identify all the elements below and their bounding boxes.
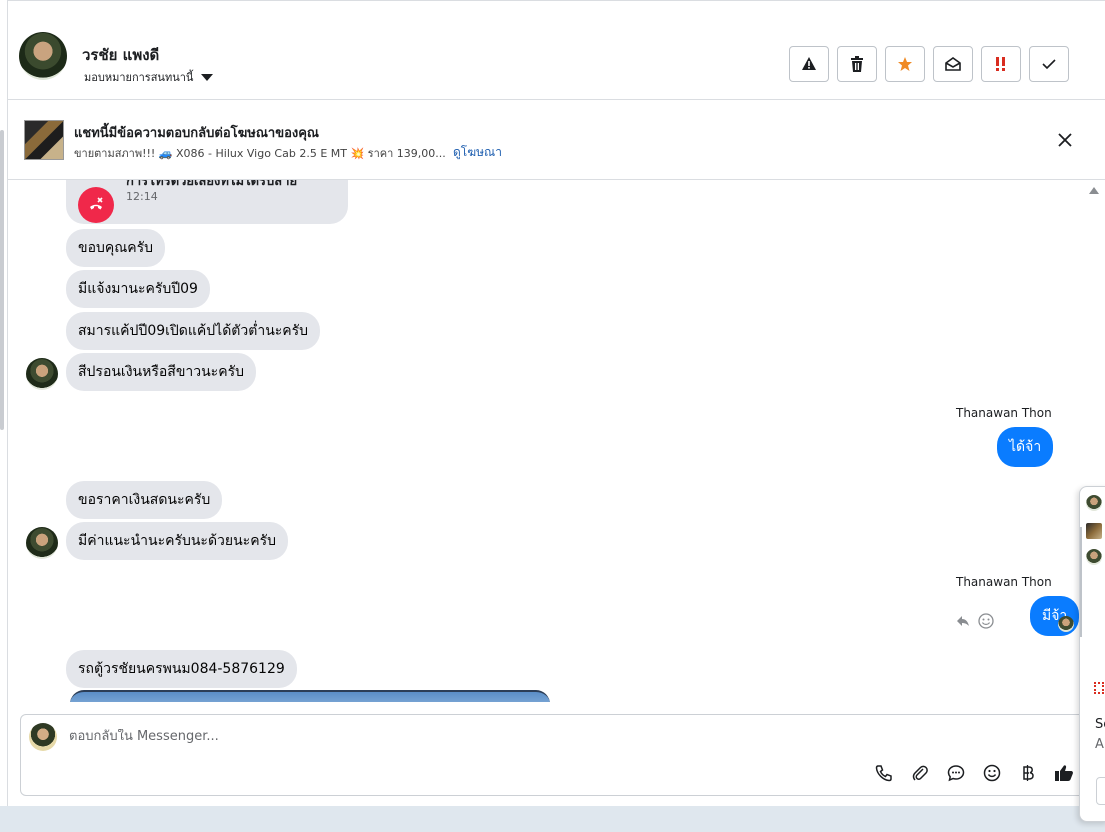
like-icon	[1055, 765, 1073, 781]
contact-message-avatar[interactable]	[26, 358, 58, 390]
saved-reply-icon	[947, 765, 965, 782]
incoming-message[interactable]: ขอบคุณครับ	[66, 229, 165, 267]
trash-icon	[851, 56, 863, 72]
missed-call-icon	[78, 187, 114, 223]
image-attachment[interactable]	[70, 690, 550, 702]
conversation-header: วรชัย แพงดี มอบหมายการสนทนานี้	[8, 10, 1105, 100]
incoming-message[interactable]: รถตู้วรชัยนครพนม084-5876129	[66, 650, 297, 688]
close-icon	[1058, 133, 1072, 147]
done-icon	[1042, 59, 1056, 70]
delete-button[interactable]	[837, 46, 877, 82]
message-actions	[956, 613, 994, 629]
ad-thumbnail-small[interactable]	[1086, 523, 1102, 539]
status-icon	[1094, 682, 1104, 694]
baht-icon	[1023, 765, 1034, 781]
assign-label: มอบหมายการสนทนานี้	[84, 71, 194, 84]
conversation-panel: วรชัย แพงดี มอบหมายการสนทนานี้ แชทนี้มีข…	[7, 0, 1105, 806]
ad-reply-banner: แชทนี้มีข้อความตอบกลับต่อโฆษณาของคุณ ขาย…	[8, 100, 1105, 180]
page-background-strip	[0, 806, 1105, 832]
contact-name[interactable]: วรชัย แพงดี	[82, 43, 159, 67]
ad-thumbnail[interactable]	[24, 120, 64, 160]
view-ad-link[interactable]: ดูโฆษณา	[453, 143, 502, 162]
close-banner-button[interactable]	[1056, 131, 1074, 149]
phone-icon	[875, 765, 892, 782]
composer-toolbar	[873, 762, 1075, 784]
call-button[interactable]	[873, 762, 895, 784]
star-button[interactable]	[885, 46, 925, 82]
mark-done-button[interactable]	[1029, 46, 1069, 82]
scroll-up-arrow[interactable]	[1089, 187, 1099, 194]
react-emoji-icon[interactable]	[978, 613, 994, 629]
panel-scrollbar[interactable]	[1080, 527, 1082, 637]
outgoing-message[interactable]: มีจ้า	[1030, 596, 1080, 636]
mark-unread-icon	[945, 57, 961, 71]
priority-button[interactable]	[981, 46, 1021, 82]
payment-button[interactable]	[1017, 762, 1039, 784]
conversation-avatar[interactable]	[1086, 549, 1102, 565]
priority-icon	[996, 57, 1005, 71]
incoming-message[interactable]: สมารแค้ปปี09เปิดแค้ปได้ตัวต่ำนะครับ	[66, 312, 321, 350]
like-button[interactable]	[1053, 762, 1075, 784]
inbox-side-panel[interactable]: Sc A	[1079, 486, 1105, 822]
left-edge	[0, 0, 7, 806]
attachment-icon	[912, 765, 928, 781]
contact-message-avatar[interactable]	[26, 527, 58, 559]
ad-banner-title: แชทนี้มีข้อความตอบกลับต่อโฆษณาของคุณ	[74, 126, 319, 141]
peek-text: A	[1095, 737, 1104, 752]
sender-name: Thanawan Thon	[956, 575, 1052, 589]
emoji-icon	[983, 764, 1001, 782]
sender-name: Thanawan Thon	[956, 406, 1052, 420]
reply-input[interactable]	[69, 729, 769, 744]
message-thread[interactable]: การโทรด้วยเสียงที่ไม่ได้รับสาย 12:14 ขอบ…	[8, 180, 1093, 702]
caret-down-icon	[201, 73, 214, 81]
missed-call-message[interactable]: การโทรด้วยเสียงที่ไม่ได้รับสาย 12:14	[66, 180, 348, 224]
ad-description: ขายตามสภาพ!!! 🚙 X086 - Hilux Vigo Cab 2.…	[74, 147, 446, 160]
missed-call-time: 12:14	[126, 190, 158, 203]
assign-conversation-dropdown[interactable]: มอบหมายการสนทนานี้	[84, 68, 214, 86]
mark-unread-button[interactable]	[933, 46, 973, 82]
warning-icon	[802, 57, 816, 70]
seen-avatar	[1058, 616, 1074, 632]
outer-scrollbar[interactable]	[0, 130, 4, 430]
conversation-avatar[interactable]	[1086, 495, 1102, 511]
incoming-message[interactable]: สีปรอนเงินหรือสีขาวนะครับ	[66, 353, 256, 391]
incoming-message[interactable]: ขอราคาเงินสดนะครับ	[66, 481, 223, 519]
contact-avatar[interactable]	[19, 32, 67, 80]
incoming-message[interactable]: มีแจ้งมานะครับปี09	[66, 270, 210, 308]
incoming-message[interactable]: มีค่าแนะนำนะครับนะด้วยนะครับ	[66, 522, 288, 560]
page-avatar	[29, 723, 57, 751]
attach-button[interactable]	[909, 762, 931, 784]
reply-icon[interactable]	[956, 615, 970, 627]
emoji-button[interactable]	[981, 762, 1003, 784]
peek-text: Sc	[1095, 717, 1105, 732]
peek-button[interactable]	[1096, 777, 1105, 805]
header-actions	[789, 46, 1069, 82]
outgoing-message[interactable]: ได้จ้า	[997, 427, 1054, 467]
saved-replies-button[interactable]	[945, 762, 967, 784]
star-icon	[898, 57, 912, 71]
message-composer	[20, 714, 1098, 796]
report-spam-button[interactable]	[789, 46, 829, 82]
